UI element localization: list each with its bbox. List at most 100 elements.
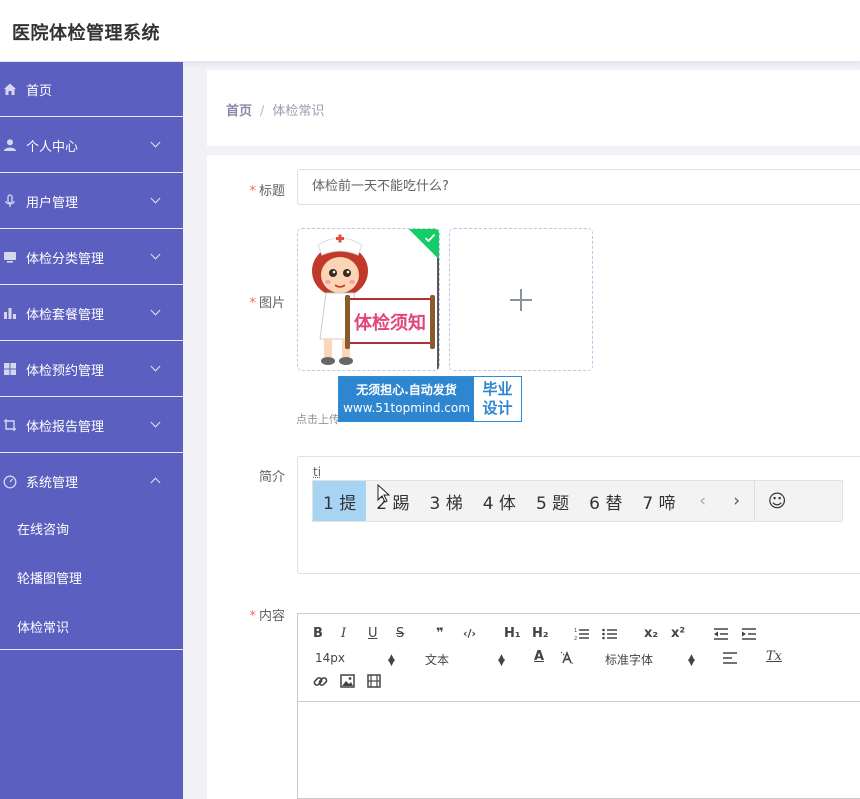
clear-format-button[interactable]: Tx [766, 649, 782, 664]
sidebar-item-report-management[interactable]: 体检报告管理 [0, 398, 183, 453]
sidebar-item-label: 体检套餐管理 [26, 304, 104, 323]
plus-icon-vertical [520, 289, 522, 311]
top-bar: 医院体检管理系统 [0, 0, 860, 62]
ime-candidate[interactable]: 5 题 [526, 481, 579, 521]
chevron-down-icon [151, 362, 161, 372]
sidebar-item-label: 体检预约管理 [26, 360, 104, 379]
emoji-icon[interactable]: ☺ [754, 481, 800, 521]
breadcrumb-current: 体检常识 [272, 104, 324, 119]
background-color-icon[interactable] [560, 651, 574, 665]
ime-candidate-bar: 1 提 2 踢 3 梯 4 体 5 题 6 替 7 啼 ‹ › ☺ [312, 480, 843, 522]
ime-prev-page-icon[interactable]: ‹ [686, 481, 720, 521]
crop-icon [3, 418, 17, 432]
ime-candidate[interactable]: 4 体 [473, 481, 526, 521]
rich-text-editor: B I U S ❞ ‹/› H₁ H₂ 12 x₂ x² 14px ▲ ▼ 文本 ▲ ▼… [297, 613, 860, 799]
watermark-line2: www.51topmind.com [339, 399, 474, 417]
home-icon [3, 82, 17, 96]
blockquote-button[interactable]: ❞ [436, 626, 444, 641]
ordered-list-icon[interactable]: 12 [574, 627, 590, 641]
ime-candidate[interactable]: 2 踢 [366, 481, 419, 521]
font-family-select[interactable]: 标准字体 ▲ ▼ [605, 651, 697, 667]
chevron-down-icon [151, 306, 161, 316]
chevron-down-icon [151, 418, 161, 428]
monitor-icon [3, 250, 17, 264]
microphone-icon [3, 194, 17, 208]
check-icon [424, 232, 436, 244]
svg-text:2: 2 [574, 636, 577, 641]
watermark-badge-line2: 设计 [474, 399, 521, 418]
ime-next-page-icon[interactable]: › [720, 481, 754, 521]
bullet-list-icon[interactable] [602, 627, 618, 641]
font-size-select[interactable]: 14px ▲ ▼ [315, 651, 397, 667]
heading1-button[interactable]: H₁ [504, 626, 521, 641]
sidebar-item-user-management[interactable]: 用户管理 [0, 174, 183, 229]
sidebar-subitem-health-knowledge[interactable]: 体检常识 [17, 617, 69, 636]
title-input[interactable]: 体检前一天不能吃什么? [297, 169, 860, 205]
underline-button[interactable]: U [368, 626, 378, 641]
strike-button[interactable]: S [396, 626, 404, 641]
indent-icon[interactable] [741, 627, 757, 641]
upload-add-button[interactable] [449, 228, 593, 371]
sidebar-subitem-consultation[interactable]: 在线咨询 [17, 519, 69, 538]
breadcrumb-separator: / [260, 104, 264, 119]
breadcrumb-home[interactable]: 首页 [226, 104, 252, 119]
editor-toolbar: B I U S ❞ ‹/› H₁ H₂ 12 x₂ x² 14px ▲ ▼ 文本 ▲ ▼… [298, 614, 860, 702]
uploaded-image-thumbnail[interactable]: 体检须知 [297, 228, 440, 371]
link-icon[interactable] [313, 674, 328, 689]
nurse-illustration: 体检须知 [298, 229, 440, 371]
chevron-down-icon [151, 138, 161, 148]
sidebar-divider [0, 649, 183, 650]
sidebar-subitem-carousel[interactable]: 轮播图管理 [17, 568, 82, 587]
bold-button[interactable]: B [313, 626, 323, 641]
ime-candidate[interactable]: 6 替 [579, 481, 632, 521]
image-label: * 图片 [215, 292, 285, 311]
sidebar-item-package-management[interactable]: 体检套餐管理 [0, 286, 183, 341]
app-title: 医院体检管理系统 [12, 19, 160, 45]
sidebar: 首页 个人中心 用户管理 体检分类管理 体检套餐管理 体检预约管理 体检报告管理… [0, 62, 183, 799]
code-block-button[interactable]: ‹/› [463, 627, 476, 640]
sidebar-item-category-management[interactable]: 体检分类管理 [0, 230, 183, 285]
chevron-down-icon [151, 194, 161, 204]
heading2-button[interactable]: H₂ [532, 626, 549, 641]
sidebar-item-personal-center[interactable]: 个人中心 [0, 118, 183, 173]
sidebar-item-label: 首页 [26, 80, 52, 99]
chevron-down-icon [151, 250, 161, 260]
watermark-badge-line1: 毕业 [474, 380, 521, 399]
ime-candidate[interactable]: 7 啼 [632, 481, 685, 521]
align-left-icon[interactable] [722, 651, 738, 665]
sidebar-item-label: 个人中心 [26, 136, 78, 155]
svg-text:1: 1 [574, 628, 577, 634]
chevron-up-icon [151, 478, 161, 488]
editor-content-area[interactable] [298, 703, 860, 799]
font-color-button[interactable]: A [534, 649, 544, 664]
content-label: * 内容 [215, 605, 285, 624]
sidebar-item-appointment-management[interactable]: 体检预约管理 [0, 342, 183, 397]
sidebar-item-home[interactable]: 首页 [0, 62, 183, 117]
video-icon[interactable] [367, 674, 381, 688]
outdent-icon[interactable] [713, 627, 729, 641]
text-style-select[interactable]: 文本 ▲ ▼ [425, 651, 507, 667]
ime-candidate[interactable]: 3 梯 [419, 481, 472, 521]
sidebar-item-label: 用户管理 [26, 192, 78, 211]
breadcrumb: 首页 / 体检常识 [226, 100, 324, 119]
sidebar-item-label: 系统管理 [26, 472, 78, 491]
bar-chart-icon [3, 306, 17, 320]
mouse-cursor-icon [377, 484, 391, 504]
italic-button[interactable]: I [341, 626, 346, 641]
upload-tip: 点击上传 [296, 411, 340, 427]
superscript-button[interactable]: x² [671, 626, 685, 641]
image-icon[interactable] [340, 674, 355, 688]
breadcrumb-card: 首页 / 体检常识 [207, 70, 860, 146]
ime-candidate[interactable]: 1 提 [313, 481, 366, 521]
image-sign-text: 体检须知 [354, 312, 426, 334]
summary-label: 简介 [215, 466, 285, 485]
title-label: * 标题 [215, 180, 285, 199]
sidebar-item-system-management[interactable]: 系统管理 [0, 454, 183, 509]
dashboard-icon [3, 475, 17, 489]
subscript-button[interactable]: x₂ [644, 626, 658, 641]
sidebar-item-label: 体检分类管理 [26, 248, 104, 267]
watermark-overlay: 无须担心.自动发货 www.51topmind.com 毕业 设计 [338, 376, 522, 422]
summary-composing-text: ti [313, 465, 321, 479]
user-icon [3, 138, 17, 152]
grid-icon [3, 362, 17, 376]
